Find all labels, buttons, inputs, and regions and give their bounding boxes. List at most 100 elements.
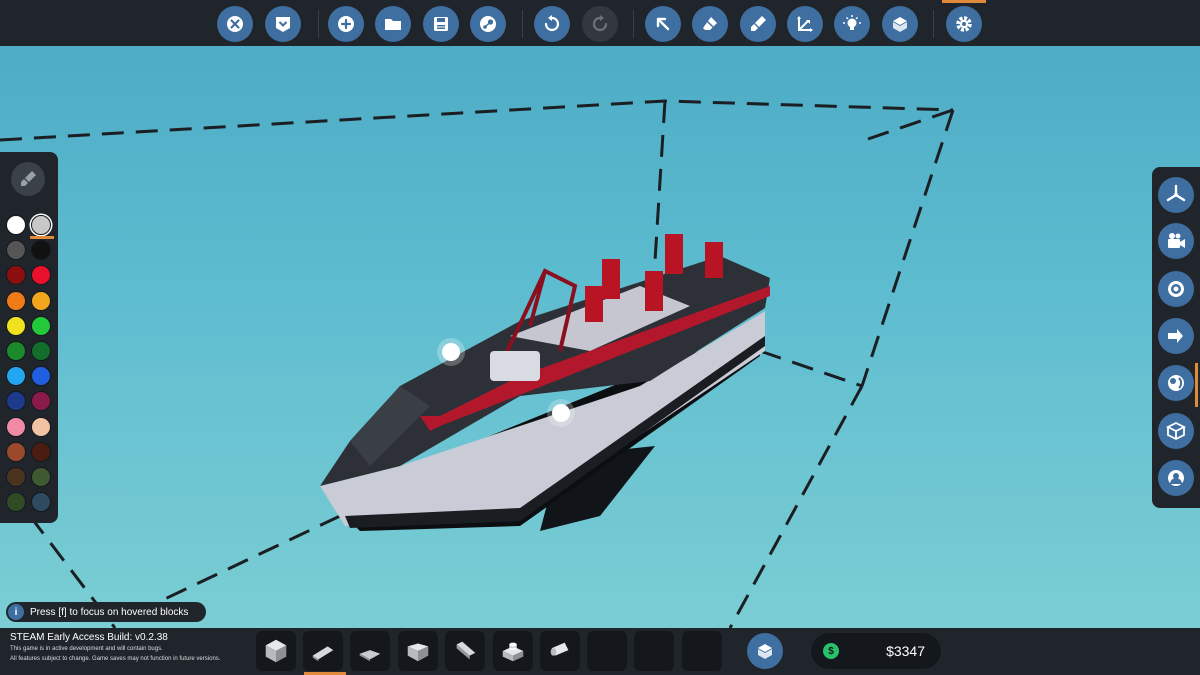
color-swatch[interactable] bbox=[6, 467, 26, 487]
paint-brush-button[interactable] bbox=[11, 162, 45, 196]
boat-seat bbox=[585, 286, 603, 322]
color-swatch[interactable] bbox=[31, 467, 51, 487]
redo-icon bbox=[592, 15, 608, 32]
right-panel-active-indicator bbox=[1195, 363, 1198, 407]
color-swatch[interactable] bbox=[31, 215, 51, 235]
viewport-scene[interactable] bbox=[0, 46, 1200, 628]
selected-color-indicator bbox=[30, 236, 54, 239]
build-version: STEAM Early Access Build: v0.2.38 bbox=[10, 632, 168, 643]
settings-button[interactable] bbox=[946, 6, 982, 42]
transfer-button[interactable] bbox=[1158, 318, 1194, 354]
build-info: STEAM Early Access Build: v0.2.38 This g… bbox=[10, 632, 260, 664]
color-swatch[interactable] bbox=[31, 265, 51, 286]
money-icon: $ bbox=[823, 643, 839, 659]
color-swatch[interactable] bbox=[31, 315, 51, 336]
build-warning-line: All features subject to change. Game sav… bbox=[10, 656, 221, 662]
boat-seat bbox=[645, 271, 663, 311]
color-swatch[interactable] bbox=[6, 366, 26, 387]
avatar-button[interactable] bbox=[1158, 460, 1194, 496]
paint-icon bbox=[751, 16, 766, 31]
color-swatch[interactable] bbox=[31, 240, 51, 261]
color-swatch[interactable] bbox=[31, 366, 51, 387]
color-swatch[interactable] bbox=[6, 341, 26, 361]
color-swatch[interactable] bbox=[31, 441, 51, 462]
settings-active-indicator bbox=[942, 0, 986, 3]
eraser-tool-button[interactable] bbox=[692, 6, 728, 42]
inventory-slot-empty[interactable] bbox=[634, 631, 674, 671]
select-tool-button[interactable] bbox=[645, 6, 681, 42]
light-tool-button[interactable] bbox=[834, 6, 870, 42]
propeller-button[interactable] bbox=[1158, 177, 1194, 213]
settings-icon bbox=[956, 16, 972, 32]
color-swatch[interactable] bbox=[6, 315, 26, 336]
axis-tool-button[interactable] bbox=[787, 6, 823, 42]
money-value: $3347 bbox=[886, 643, 925, 659]
add-button[interactable] bbox=[328, 6, 364, 42]
boat-engine bbox=[490, 351, 540, 381]
inventory-slot-cube-block[interactable] bbox=[256, 631, 296, 671]
top-toolbar bbox=[0, 0, 1200, 46]
boat-vehicle bbox=[320, 234, 770, 531]
lens-button[interactable] bbox=[1158, 365, 1194, 401]
paint-tool-button[interactable] bbox=[740, 6, 776, 42]
focus-hint-text: Press [f] to focus on hovered blocks bbox=[30, 606, 189, 618]
focus-hint: i Press [f] to focus on hovered blocks bbox=[6, 602, 206, 622]
color-swatch[interactable] bbox=[31, 290, 51, 311]
color-swatch[interactable] bbox=[6, 215, 26, 235]
propeller-icon bbox=[1166, 184, 1186, 202]
color-swatch[interactable] bbox=[31, 416, 51, 437]
money-display: $ $3347 bbox=[811, 633, 941, 669]
inventory-slot-ramp-block[interactable] bbox=[445, 631, 485, 671]
inventory-slot-pipe-block[interactable] bbox=[540, 631, 580, 671]
inventory-slot-empty[interactable] bbox=[682, 631, 722, 671]
axis-icon bbox=[797, 16, 813, 32]
add-icon bbox=[338, 16, 354, 32]
target-icon bbox=[1168, 281, 1184, 297]
color-swatch[interactable] bbox=[6, 416, 26, 437]
target-button[interactable] bbox=[1158, 271, 1194, 307]
color-swatch[interactable] bbox=[6, 391, 26, 412]
color-swatch[interactable] bbox=[6, 492, 26, 513]
toolbar-separator bbox=[522, 10, 523, 38]
right-tool-panel bbox=[1152, 167, 1200, 508]
color-swatch[interactable] bbox=[6, 441, 26, 462]
block-icon bbox=[893, 17, 907, 32]
steam-icon bbox=[480, 16, 496, 32]
flat-wedge-block-icon bbox=[359, 650, 381, 662]
inventory-slot-stud-block[interactable] bbox=[493, 631, 533, 671]
camera-button[interactable] bbox=[1158, 223, 1194, 259]
color-swatch[interactable] bbox=[31, 391, 51, 412]
info-icon: i bbox=[8, 604, 24, 620]
steam-workshop-button[interactable] bbox=[470, 6, 506, 42]
close-button[interactable] bbox=[217, 6, 253, 42]
folder-icon bbox=[385, 19, 401, 30]
color-swatch[interactable] bbox=[31, 341, 51, 361]
boat-seat bbox=[602, 259, 620, 299]
avatar-icon bbox=[1168, 470, 1184, 486]
open-folder-button[interactable] bbox=[375, 6, 411, 42]
color-swatch[interactable] bbox=[31, 492, 51, 513]
box-button[interactable] bbox=[1158, 413, 1194, 449]
save-icon bbox=[434, 17, 448, 31]
inventory-slot-slope-block[interactable] bbox=[398, 631, 438, 671]
collapse-icon bbox=[276, 17, 290, 32]
toolbar-separator bbox=[633, 10, 634, 38]
inventory-slot-empty[interactable] bbox=[587, 631, 627, 671]
color-swatch[interactable] bbox=[6, 265, 26, 286]
inventory-slot-wedge-block[interactable] bbox=[303, 631, 343, 671]
ramp-block-icon bbox=[456, 641, 476, 660]
light-icon bbox=[843, 15, 861, 30]
block-tool-button[interactable] bbox=[882, 6, 918, 42]
color-swatch[interactable] bbox=[6, 290, 26, 311]
color-palette bbox=[0, 152, 58, 523]
collapse-button[interactable] bbox=[265, 6, 301, 42]
save-button[interactable] bbox=[423, 6, 459, 42]
inventory-button[interactable] bbox=[747, 633, 783, 669]
color-swatch[interactable] bbox=[6, 240, 26, 261]
inventory-slot-flat-wedge-block[interactable] bbox=[350, 631, 390, 671]
transfer-icon bbox=[1168, 329, 1183, 343]
redo-button[interactable] bbox=[582, 6, 618, 42]
toolbar-separator bbox=[933, 10, 934, 38]
undo-button[interactable] bbox=[534, 6, 570, 42]
slope-block-icon bbox=[407, 643, 429, 662]
